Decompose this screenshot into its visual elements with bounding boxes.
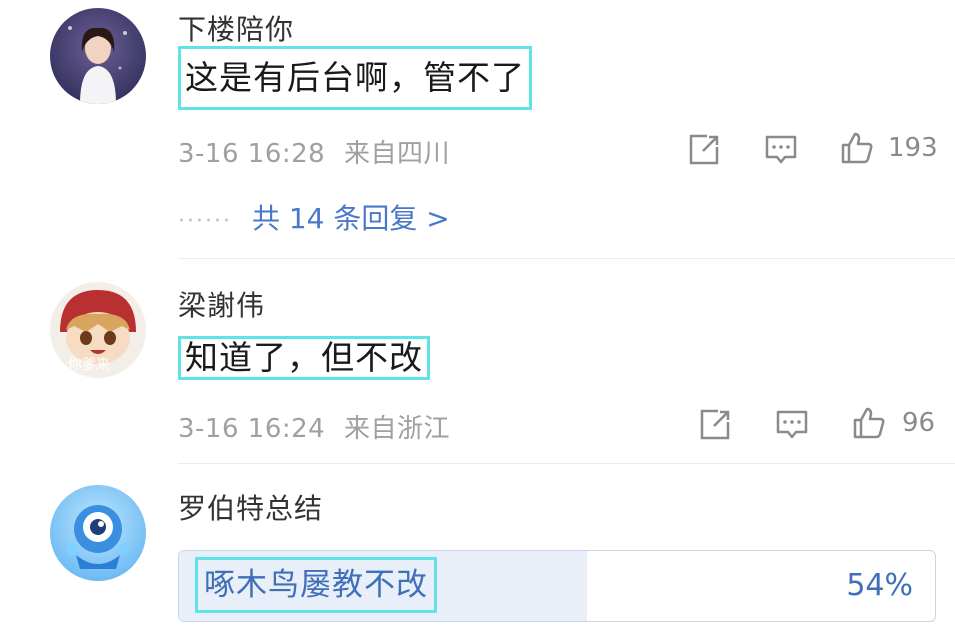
comment-2: 你爹来 梁謝伟 知道了，但不改 3-16 16:24 来自浙江 96 — [0, 270, 955, 460]
share-icon[interactable] — [698, 408, 732, 442]
divider — [178, 463, 955, 464]
avatar-image — [50, 485, 146, 581]
avatar-image — [50, 8, 146, 104]
share-icon[interactable] — [687, 133, 721, 167]
divider — [178, 258, 955, 259]
avatar-caption: 你爹来 — [68, 357, 110, 373]
like-count: 96 — [902, 408, 936, 438]
username[interactable]: 梁謝伟 — [178, 284, 265, 324]
poll-percent: 54% — [846, 568, 913, 603]
avatar[interactable] — [50, 485, 146, 581]
username[interactable]: 罗伯特总结 — [178, 487, 323, 527]
timestamp: 3-16 16:28 — [178, 139, 326, 169]
avatar[interactable] — [50, 8, 146, 104]
view-replies-link[interactable]: ······ 共 14 条回复 > — [178, 197, 450, 237]
comment-icon[interactable] — [764, 133, 798, 167]
like-icon[interactable] — [840, 131, 874, 165]
comment-icon[interactable] — [775, 408, 809, 442]
avatar[interactable]: 你爹来 — [50, 282, 146, 378]
poll-option[interactable]: 啄木鸟屡教不改 54% — [178, 550, 936, 622]
poll-option-label: 啄木鸟屡教不改 — [195, 557, 437, 613]
username[interactable]: 下楼陪你 — [178, 8, 294, 48]
location: 来自浙江 — [343, 414, 450, 444]
comment-1: 下楼陪你 这是有后台啊，管不了 3-16 16:28 来自四川 193 ····… — [0, 0, 955, 250]
comment-text: 知道了，但不改 — [178, 336, 430, 380]
like-count: 193 — [888, 133, 938, 163]
comment-text: 这是有后台啊，管不了 — [178, 46, 532, 110]
location: 来自四川 — [343, 139, 450, 169]
like-icon[interactable] — [852, 406, 886, 440]
comment-meta: 3-16 16:24 来自浙江 — [178, 408, 450, 445]
timestamp: 3-16 16:24 — [178, 414, 326, 444]
comment-meta: 3-16 16:28 来自四川 — [178, 133, 450, 170]
replies-label[interactable]: 共 14 条回复 > — [252, 202, 450, 235]
replies-dots: ······ — [178, 209, 232, 234]
